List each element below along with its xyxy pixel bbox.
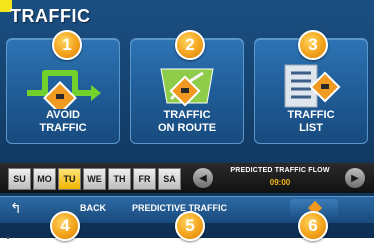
next-time-arrow-icon[interactable]: ▶ — [345, 168, 365, 188]
previous-time-arrow-icon[interactable]: ◀ — [193, 168, 213, 188]
predicted-traffic-flow-time: 09:00 — [269, 178, 291, 187]
callout-badge-1: 1 — [52, 30, 82, 60]
avoid-traffic-detour-icon — [27, 70, 101, 109]
callout-badge-5: 5 — [175, 211, 205, 241]
callout-badge-4: 4 — [50, 211, 80, 241]
back-arrow-icon: ↰ — [10, 200, 22, 216]
day-friday[interactable]: FR — [133, 168, 156, 190]
traffic-list-label: TRAFFIC LIST — [287, 109, 335, 134]
day-monday[interactable]: MO — [33, 168, 56, 190]
day-saturday[interactable]: SA — [158, 168, 181, 190]
caption-mark — [7, 237, 9, 239]
callout-badge-6: 6 — [298, 211, 328, 241]
day-wednesday[interactable]: WE — [83, 168, 106, 190]
day-sunday[interactable]: SU — [8, 168, 31, 190]
back-label: BACK — [80, 203, 106, 213]
traffic-list-icon — [284, 64, 341, 108]
day-selector: SU MO TU WE TH FR SA — [8, 168, 181, 190]
day-thursday[interactable]: TH — [108, 168, 131, 190]
predicted-traffic-day-bar: SU MO TU WE TH FR SA ◀ PREDICTED TRAFFIC… — [0, 163, 374, 193]
predicted-traffic-flow-label: PREDICTED TRAFFIC FLOW — [230, 167, 330, 174]
page-title: TRAFFIC — [10, 6, 91, 26]
avoid-traffic-label: AVOID TRAFFIC — [39, 109, 87, 134]
day-tuesday[interactable]: TU — [58, 168, 81, 190]
callout-badge-3: 3 — [298, 30, 328, 60]
callout-badge-2: 2 — [175, 30, 205, 60]
traffic-on-route-label: TRAFFIC ON ROUTE — [157, 109, 217, 134]
traffic-on-route-map-icon — [160, 68, 214, 107]
predictive-traffic-label: PREDICTIVE TRAFFIC — [132, 203, 228, 213]
